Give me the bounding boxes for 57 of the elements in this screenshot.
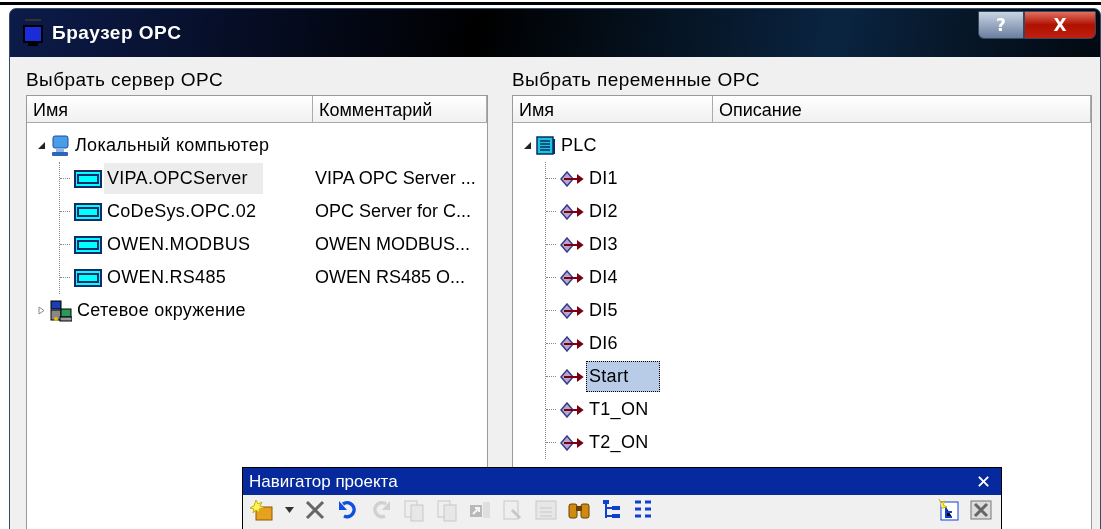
tree-item[interactable]: DI1 <box>586 163 621 194</box>
panel-title: Навигатор проекта <box>249 471 398 492</box>
column-header[interactable]: Комментарий <box>313 96 487 122</box>
comment-cell-text: OWEN RS485 O... <box>314 267 466 288</box>
close-all-icon <box>968 498 994 522</box>
column-header[interactable]: Описание <box>713 96 1091 122</box>
plc-icon <box>536 135 556 156</box>
comment-cell-text: OPC Server for C... <box>314 201 472 222</box>
server-icon <box>74 268 102 287</box>
tree-item[interactable]: T2_ON <box>586 427 652 458</box>
window-title: Браузер OPC <box>52 22 182 44</box>
tree-item[interactable]: DI6 <box>586 328 621 359</box>
column-header[interactable]: Имя <box>27 96 313 122</box>
tree-item[interactable]: CoDeSys.OPC.02 <box>104 196 260 227</box>
tree-item[interactable]: OWEN.MODBUS <box>104 229 254 260</box>
tree-item[interactable]: Локальный компьютер <box>72 130 273 161</box>
network-icon <box>50 299 72 322</box>
close-all-button[interactable] <box>967 497 995 523</box>
expanded-arrow-icon[interactable] <box>37 141 46 150</box>
collapsed-arrow-icon[interactable] <box>37 306 46 315</box>
tree-item[interactable]: Start <box>586 361 660 392</box>
column-header[interactable]: Имя <box>513 96 713 122</box>
tree-item[interactable]: DI2 <box>586 196 621 227</box>
variable-icon <box>560 401 584 418</box>
variable-icon <box>560 302 584 319</box>
close-button[interactable]: X <box>1024 11 1096 39</box>
caret-icon <box>284 507 294 513</box>
server-icon <box>74 169 102 188</box>
expanded-arrow-icon[interactable] <box>523 141 532 150</box>
variable-icon <box>560 269 584 286</box>
tree-item[interactable]: DI5 <box>586 295 621 326</box>
tree-item[interactable]: T1_ON <box>586 394 652 425</box>
variable-icon <box>560 335 584 352</box>
variable-icon <box>560 368 584 385</box>
variable-icon <box>560 236 584 253</box>
tree-item[interactable]: OWEN.RS485 <box>104 262 230 293</box>
tree-item[interactable]: VIPA.OPCServer <box>104 163 263 194</box>
tree-item[interactable]: Сетевое окружение <box>74 295 249 326</box>
comment-cell-text: OWEN MODBUS... <box>314 234 470 255</box>
variable-icon <box>560 170 584 187</box>
table-icon <box>533 498 559 522</box>
computer-icon <box>50 134 70 157</box>
close-button[interactable]: ✕ <box>971 471 995 492</box>
monitor-icon <box>22 18 44 48</box>
panel-label: Выбрать переменные OPC <box>512 69 761 92</box>
paste-icon <box>434 498 460 522</box>
panel-label: Выбрать сервер OPC <box>26 69 225 92</box>
variable-icon <box>560 203 584 220</box>
tree-item[interactable]: PLC <box>558 130 600 161</box>
tree-item[interactable]: DI3 <box>586 229 621 260</box>
new-icon <box>250 498 276 522</box>
server-icon <box>74 235 102 254</box>
copy-icon <box>401 498 427 522</box>
comment-cell-text: VIPA OPC Server ... <box>314 168 476 189</box>
tree-item[interactable]: DI4 <box>586 262 621 293</box>
server-icon <box>74 202 102 221</box>
variable-icon <box>560 434 584 451</box>
